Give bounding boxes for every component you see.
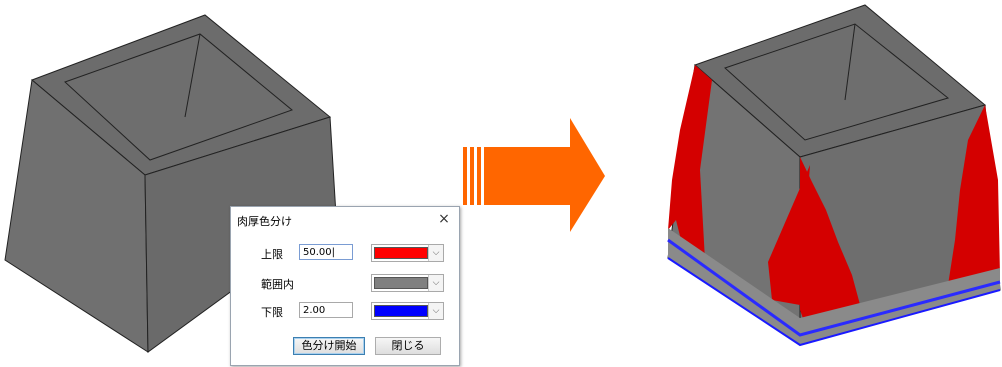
- start-coloring-button[interactable]: 色分け開始: [293, 337, 365, 355]
- range-label: 範囲内: [261, 278, 294, 291]
- chevron-down-icon[interactable]: ⌵: [428, 275, 443, 291]
- lower-limit-input[interactable]: 2.00: [299, 302, 353, 318]
- dialog-titlebar: 肉厚色分け ×: [231, 207, 459, 233]
- upper-limit-label: 上限: [261, 248, 283, 261]
- upper-color-swatch: [374, 247, 428, 259]
- range-color-select[interactable]: ⌵: [371, 274, 444, 292]
- upper-color-select[interactable]: ⌵: [371, 244, 444, 262]
- lower-color-select[interactable]: ⌵: [371, 302, 444, 320]
- lower-limit-label: 下限: [261, 306, 283, 319]
- lower-color-swatch: [374, 305, 428, 317]
- chevron-down-icon[interactable]: ⌵: [428, 303, 443, 319]
- dialog-title: 肉厚色分け: [237, 215, 292, 228]
- thickness-color-dialog: 肉厚色分け × 上限 50.00| ⌵ 範囲内 ⌵ 下限 2.00 ⌵ 色分け開…: [230, 206, 460, 366]
- right-arrow-icon: [463, 118, 605, 232]
- scene: [4, 4, 1001, 353]
- close-icon[interactable]: ×: [435, 210, 453, 228]
- close-button[interactable]: 閉じる: [375, 337, 441, 355]
- colored-model: [667, 4, 1001, 347]
- upper-limit-input[interactable]: 50.00|: [299, 244, 353, 260]
- range-color-swatch: [374, 277, 428, 289]
- chevron-down-icon[interactable]: ⌵: [428, 245, 443, 261]
